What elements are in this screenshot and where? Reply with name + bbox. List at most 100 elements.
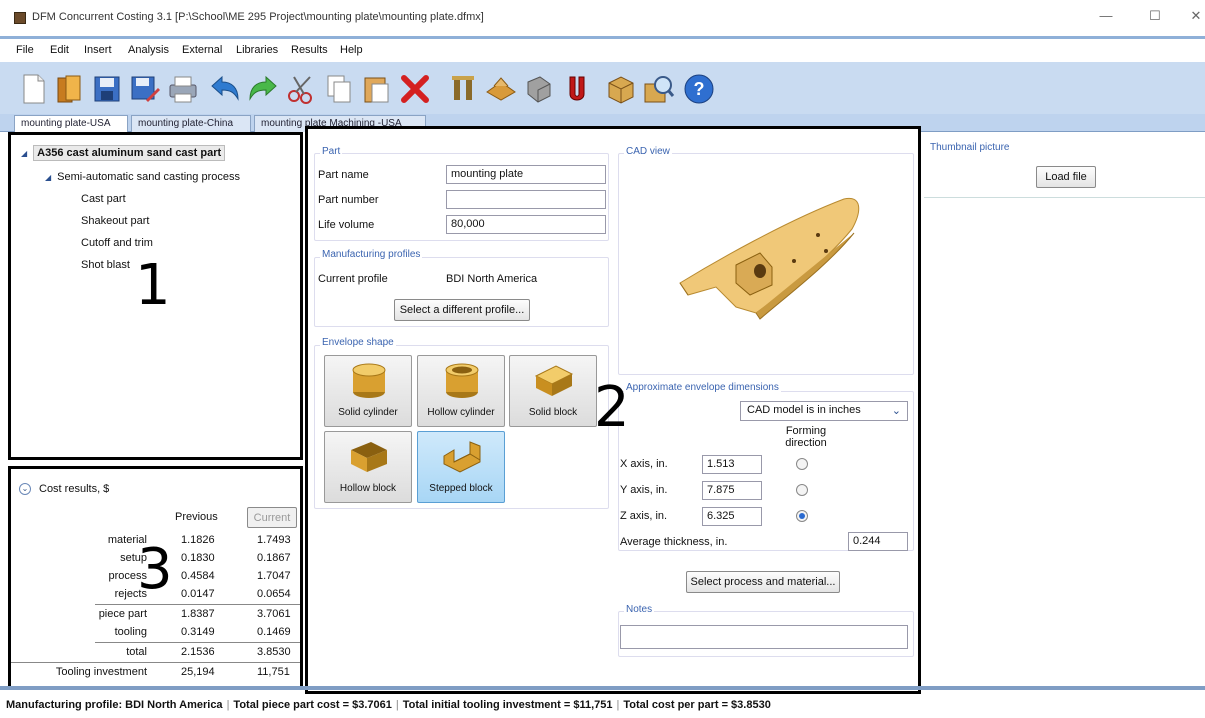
status-per-part: Total cost per part = $3.8530: [623, 699, 771, 711]
save-icon[interactable]: [90, 72, 124, 106]
cost-row-piece-part: piece part 1.8387 3.7061: [95, 604, 300, 623]
minimize-button[interactable]: —: [1096, 8, 1116, 23]
open-icon[interactable]: [52, 72, 86, 106]
forming-z-radio[interactable]: [796, 510, 808, 522]
menu-edit[interactable]: Edit: [50, 44, 69, 56]
tree-root-item[interactable]: ◢ A356 cast aluminum sand cast part: [21, 145, 226, 161]
part-icon[interactable]: [522, 72, 556, 106]
status-profile: Manufacturing profile: BDI North America: [6, 699, 223, 711]
cad-model-view[interactable]: [676, 191, 866, 321]
cost-results-header: Cost results, $: [39, 483, 110, 495]
x-axis-field[interactable]: 1.513: [702, 455, 762, 474]
menu-bar: File Edit Insert Analysis External Libra…: [0, 36, 1205, 62]
col-previous-header: Previous: [175, 511, 218, 523]
tab-usa[interactable]: mounting plate-USA: [14, 115, 128, 132]
svg-text:?: ?: [694, 79, 705, 99]
part-definition-panel: Part Part name mounting plate Part numbe…: [305, 126, 921, 694]
tree-step-cutoff[interactable]: Cutoff and trim: [81, 237, 153, 249]
process-icon[interactable]: [446, 72, 480, 106]
z-axis-label: Z axis, in.: [620, 510, 668, 522]
tab-china[interactable]: mounting plate-China: [131, 115, 251, 132]
window-title: DFM Concurrent Costing 3.1 [P:\School\ME…: [32, 11, 484, 23]
part-name-field[interactable]: mounting plate: [446, 165, 606, 184]
solid-block-icon: [534, 365, 574, 396]
notes-field[interactable]: [620, 625, 908, 649]
solid-cylinder-button[interactable]: Solid cylinder: [324, 355, 412, 427]
select-process-material-button[interactable]: Select process and material...: [686, 571, 840, 593]
delete-icon[interactable]: [398, 72, 432, 106]
menu-external[interactable]: External: [182, 44, 222, 56]
close-button[interactable]: ✕: [1186, 8, 1205, 24]
zoom-icon[interactable]: [642, 72, 676, 106]
material-icon[interactable]: [484, 72, 518, 106]
tree-step-shakeout[interactable]: Shakeout part: [81, 215, 150, 227]
help-icon[interactable]: ?: [682, 72, 716, 106]
stepped-block-icon: [443, 441, 481, 473]
forming-y-radio[interactable]: [796, 484, 808, 496]
tree-process-item[interactable]: ◢ Semi-automatic sand casting process: [45, 171, 240, 183]
stepped-block-button[interactable]: Stepped block: [417, 431, 505, 503]
tree-step-cast[interactable]: Cast part: [81, 193, 126, 205]
annotation-two: 2: [594, 375, 630, 440]
menu-file[interactable]: File: [16, 44, 34, 56]
y-axis-label: Y axis, in.: [620, 484, 668, 496]
menu-insert[interactable]: Insert: [84, 44, 112, 56]
profiles-group-title: Manufacturing profiles: [320, 249, 423, 260]
load-file-button[interactable]: Load file: [1036, 166, 1096, 188]
menu-analysis[interactable]: Analysis: [128, 44, 169, 56]
current-button[interactable]: Current: [247, 507, 297, 528]
new-icon[interactable]: [16, 72, 50, 106]
cad-view-title: CAD view: [624, 146, 672, 157]
current-profile-label: Current profile: [318, 273, 388, 285]
part-number-label: Part number: [318, 194, 379, 206]
notes-title: Notes: [624, 604, 655, 615]
thickness-field[interactable]: 0.244: [848, 532, 908, 551]
cost-row-total: total 2.1536 3.8530: [95, 642, 300, 661]
solid-block-button[interactable]: Solid block: [509, 355, 597, 427]
life-volume-field[interactable]: 80,000: [446, 215, 606, 234]
maximize-button[interactable]: ☐: [1145, 8, 1165, 24]
part-number-field[interactable]: [446, 190, 606, 209]
tree-step-shotblast[interactable]: Shot blast: [81, 259, 130, 271]
y-axis-field[interactable]: 7.875: [702, 481, 762, 500]
x-axis-label: X axis, in.: [620, 458, 668, 470]
thickness-label: Average thickness, in.: [620, 536, 728, 548]
undo-icon[interactable]: [208, 72, 242, 106]
z-axis-field[interactable]: 6.325: [702, 507, 762, 526]
status-tooling: Total initial tooling investment = $11,7…: [402, 699, 613, 711]
bottom-divider: [0, 686, 1205, 690]
hollow-block-button[interactable]: Hollow block: [324, 431, 412, 503]
cost-results-panel: ⌄ Cost results, $ Previous Current mater…: [8, 466, 303, 690]
part-name-label: Part name: [318, 169, 369, 181]
hollow-block-icon: [351, 442, 387, 472]
annotation-three: 3: [137, 537, 173, 602]
cost-row-tooling-investment: Tooling investment 25,194 11,751: [11, 662, 300, 681]
select-profile-button[interactable]: Select a different profile...: [394, 299, 530, 321]
life-volume-label: Life volume: [318, 219, 375, 231]
menu-libraries[interactable]: Libraries: [236, 44, 278, 56]
box-icon[interactable]: [604, 72, 638, 106]
hollow-cylinder-button[interactable]: Hollow cylinder: [417, 355, 505, 427]
expand-caret-icon[interactable]: ◢: [45, 173, 51, 182]
toolbar: ?: [0, 62, 1205, 114]
expand-caret-icon[interactable]: ◢: [21, 149, 27, 158]
envelope-group-title: Envelope shape: [320, 337, 396, 348]
status-piece-cost: Total piece part cost = $3.7061: [233, 699, 392, 711]
cost-row-tooling: tooling 0.3149 0.1469: [114, 626, 291, 638]
units-dropdown[interactable]: CAD model is in inches ⌄: [740, 401, 908, 421]
menu-results[interactable]: Results: [291, 44, 328, 56]
print-icon[interactable]: [166, 72, 200, 106]
menu-help[interactable]: Help: [340, 44, 363, 56]
title-bar: DFM Concurrent Costing 3.1 [P:\School\ME…: [0, 0, 1205, 36]
cut-icon[interactable]: [284, 72, 318, 106]
collapse-icon[interactable]: ⌄: [19, 483, 31, 495]
copy-icon[interactable]: [322, 72, 356, 106]
paste-icon[interactable]: [360, 72, 394, 106]
magnet-icon[interactable]: [560, 72, 594, 106]
solid-cylinder-icon: [352, 363, 386, 398]
redo-icon[interactable]: [246, 72, 280, 106]
forming-x-radio[interactable]: [796, 458, 808, 470]
chevron-down-icon: ⌄: [891, 405, 901, 417]
save-as-icon[interactable]: [128, 72, 162, 106]
hollow-cylinder-icon: [445, 363, 479, 398]
